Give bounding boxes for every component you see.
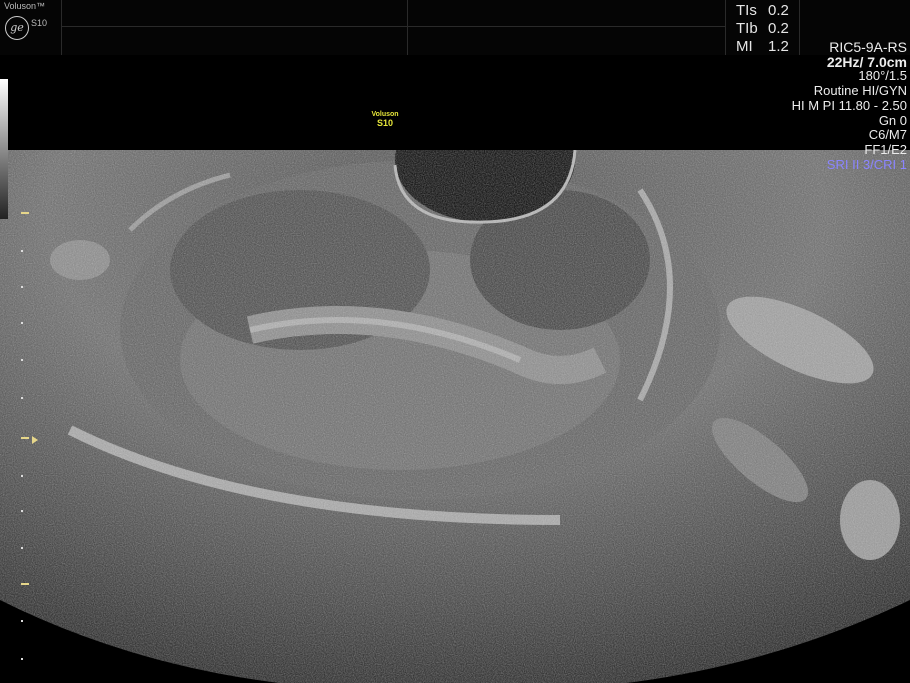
gain-label: Gn 0	[878, 112, 907, 128]
parameter-panel: RIC5-9A-RS 22Hz/ 7.0cm 180°/1.5 Routine …	[792, 40, 907, 172]
frequency-depth: 22Hz/ 7.0cm	[826, 53, 907, 70]
header-bar: Voluson™ ge S10 TIs 0.2 TIb 0.2 MI 1.2	[0, 0, 910, 55]
cm-label: C6/M7	[868, 127, 907, 143]
metric-key: MI	[736, 38, 753, 55]
mode-label: HI M PI 11.80 - 2.50	[791, 97, 907, 113]
brand-label: Voluson™	[4, 1, 46, 11]
depth-scale	[0, 150, 40, 683]
depth-tick-major	[21, 212, 29, 214]
image-label-model: S10	[376, 118, 393, 128]
model-label: S10	[31, 18, 48, 28]
header-cell	[408, 0, 726, 55]
probe-label: RIC5-9A-RS	[829, 39, 907, 55]
depth-tick	[21, 658, 23, 660]
depth-tick	[21, 359, 23, 361]
sri-label: SRI II 3/CRI 1	[826, 156, 907, 172]
metric-key: TIb	[736, 20, 758, 37]
preset-label: Routine HI/GYN	[813, 83, 907, 99]
header-divider	[62, 26, 726, 27]
depth-tick	[21, 397, 23, 399]
metric-value: 1.2	[768, 38, 789, 55]
metric-value: 0.2	[768, 2, 789, 19]
metric-value: 0.2	[768, 20, 789, 37]
depth-tick	[21, 322, 23, 324]
ff-label: FF1/E2	[864, 141, 907, 157]
depth-tick	[21, 620, 23, 622]
metric-key: TIs	[736, 2, 757, 19]
focus-marker-icon[interactable]	[32, 436, 38, 444]
depth-tick	[21, 475, 23, 477]
depth-tick	[21, 250, 23, 252]
image-label: Voluson S10	[362, 111, 408, 128]
ultrasound-image	[0, 150, 910, 683]
ge-logo-icon: ge	[5, 16, 29, 40]
depth-tick-major	[21, 437, 29, 439]
depth-tick	[21, 547, 23, 549]
depth-tick	[21, 510, 23, 512]
image-label-brand: Voluson	[371, 111, 399, 118]
header-cell	[62, 0, 408, 55]
depth-tick-major	[21, 583, 29, 585]
depth-tick	[21, 286, 23, 288]
logo: Voluson™ ge S10	[2, 1, 62, 53]
angle-label: 180°/1.5	[858, 68, 907, 84]
